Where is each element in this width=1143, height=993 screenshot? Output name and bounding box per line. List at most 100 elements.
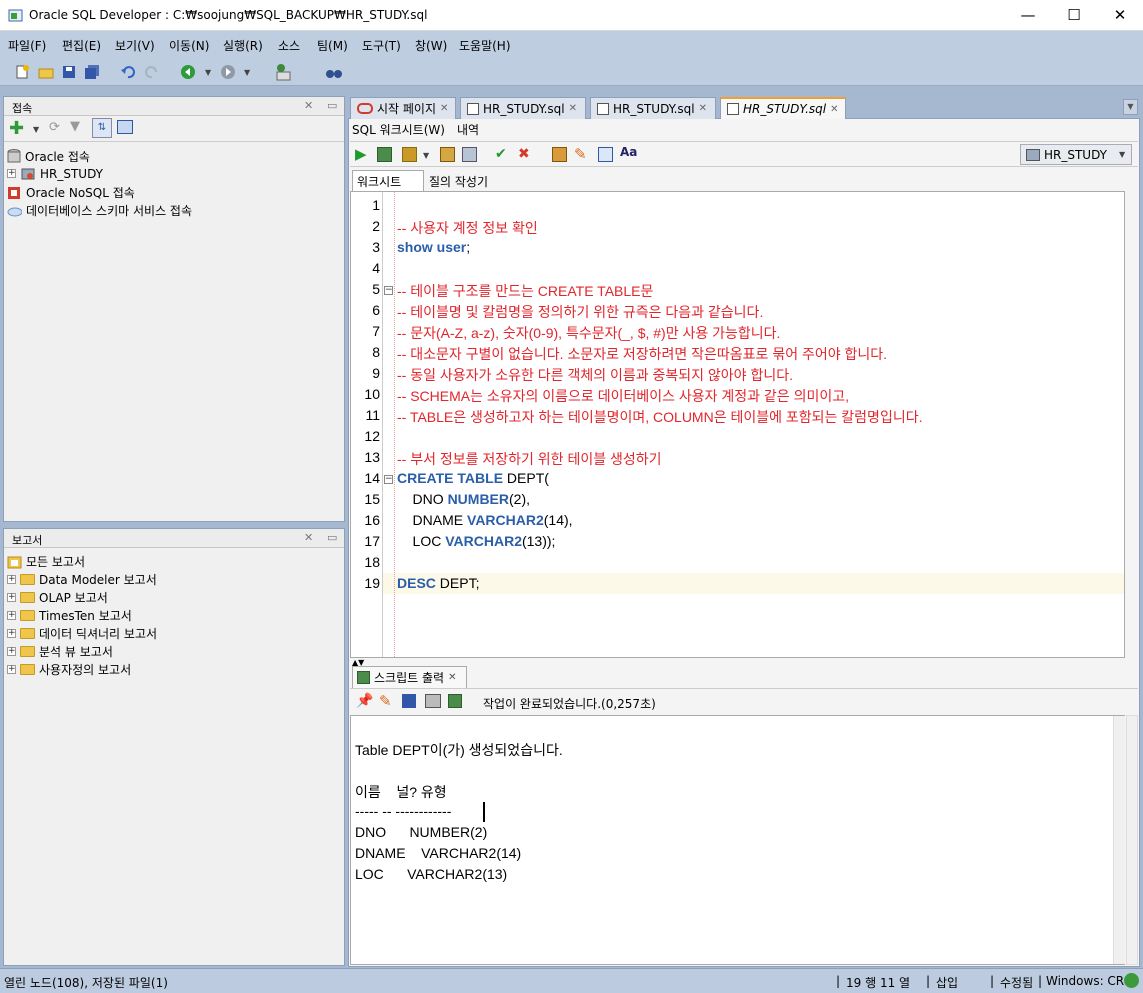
sql-editor[interactable]: 1 2 3 4 5 6 7 8 9 10 11 12 13 14 15 16 17 18 19 − − -- 사용자… (350, 191, 1125, 658)
connections-view-icon[interactable] (117, 120, 133, 134)
menu-navigate[interactable]: 이동(N) (169, 37, 209, 54)
tree-report-folder[interactable]: + TimesTen 보고서 (7, 607, 132, 624)
script-output-icon (357, 671, 370, 684)
save-all-icon[interactable] (82, 62, 101, 81)
sql-tuning-icon[interactable] (462, 147, 477, 162)
refresh-icon[interactable]: ⟳ (49, 120, 60, 135)
tab-start-page[interactable]: 시작 페이지 ✕ (350, 97, 456, 119)
expand-icon[interactable]: + (7, 575, 16, 584)
back-icon[interactable] (178, 62, 197, 81)
binoculars-icon[interactable] (324, 62, 343, 81)
close-tab-icon[interactable]: ✕ (440, 103, 448, 114)
run-script-icon[interactable] (377, 147, 392, 162)
new-file-icon[interactable] (12, 62, 31, 81)
sql-user-icon[interactable] (272, 62, 291, 81)
fold-icon[interactable]: − (384, 475, 393, 484)
forward-icon[interactable] (218, 62, 237, 81)
format-icon[interactable]: Aa (620, 145, 637, 159)
subtab-history[interactable]: 내역 (457, 121, 479, 138)
autotrace-dropdown-icon[interactable]: ▼ (423, 151, 429, 160)
autotrace-icon[interactable] (402, 147, 417, 162)
filter-icon[interactable]: ▼ (70, 119, 80, 134)
close-button[interactable]: ✕ (1097, 0, 1143, 31)
fold-icon[interactable]: − (384, 286, 393, 295)
history-icon[interactable] (598, 147, 613, 162)
panel-minimize-icon[interactable]: ▭ (327, 99, 337, 112)
database-icon (7, 149, 21, 163)
unshared-sql-icon[interactable] (552, 147, 567, 162)
undo-icon[interactable] (118, 62, 137, 81)
tab-hr-study-1[interactable]: HR_STUDY.sql ✕ (460, 97, 586, 119)
menu-edit[interactable]: 편집(E) (62, 37, 101, 54)
tree-report-folder[interactable]: + 사용자정의 보고서 (7, 661, 131, 678)
code-line: DNO NUMBER(2), (397, 491, 530, 507)
open-folder-icon[interactable] (36, 62, 55, 81)
minimize-button[interactable]: — (1005, 0, 1051, 31)
expand-icon[interactable]: + (7, 169, 16, 178)
tab-hr-study-2[interactable]: HR_STUDY.sql ✕ (590, 97, 716, 119)
rollback-icon[interactable]: ✖ (518, 146, 530, 162)
maximize-button[interactable]: ☐ (1051, 0, 1097, 31)
expand-icon[interactable]: + (7, 647, 16, 656)
back-dropdown-icon[interactable]: ▼ (205, 68, 211, 77)
tab-script-output[interactable]: 스크립트 출력 ✕ (352, 666, 467, 688)
subtab-sql-worksheet[interactable]: SQL 워크시트(W) (352, 121, 445, 138)
tab-query-builder[interactable]: 질의 작성기 (429, 173, 488, 190)
forward-dropdown-icon[interactable]: ▼ (244, 68, 250, 77)
panel-minimize-icon[interactable]: ▭ (327, 531, 337, 544)
menu-source[interactable]: 소스 (278, 37, 300, 54)
print-icon[interactable] (425, 694, 441, 708)
tree-all-reports[interactable]: 모든 보고서 (7, 553, 85, 570)
tab-hr-study-active[interactable]: HR_STUDY.sql ✕ (720, 97, 846, 119)
panel-close-icon[interactable]: ✕ (304, 99, 313, 112)
clear-output-icon[interactable]: ✎ (379, 692, 392, 710)
close-tab-icon[interactable]: ✕ (569, 103, 577, 114)
tree-hr-study[interactable]: + HR_STUDY (7, 166, 103, 181)
tree-report-folder[interactable]: + Data Modeler 보고서 (7, 571, 157, 588)
tab-list-icon[interactable]: ▼ (1123, 99, 1138, 115)
status-line-ending: Windows: CR (1046, 974, 1125, 988)
tree-oracle-connections[interactable]: Oracle 접속 (7, 148, 90, 165)
expand-icon[interactable]: + (7, 629, 16, 638)
run-statement-icon[interactable]: ▶ (355, 145, 367, 163)
redo-icon[interactable] (142, 62, 161, 81)
explain-plan-icon[interactable] (440, 147, 455, 162)
tree-schema-service[interactable]: 데이터베이스 스키마 서비스 접속 (7, 202, 192, 219)
schema-browser-icon[interactable]: ⇅ (92, 118, 112, 138)
line-number: 16 (364, 512, 380, 528)
menu-tools[interactable]: 도구(T) (362, 37, 401, 54)
close-tab-icon[interactable]: ✕ (448, 672, 456, 683)
commit-icon[interactable]: ✔ (495, 146, 507, 162)
menu-team[interactable]: 팀(M) (317, 37, 348, 54)
panel-close-icon[interactable]: ✕ (304, 531, 313, 544)
menu-window[interactable]: 창(W) (415, 37, 447, 54)
tree-report-folder[interactable]: + 데이터 딕셔너리 보고서 (7, 625, 157, 642)
output-outer-scrollbar[interactable] (1126, 715, 1138, 965)
menu-file[interactable]: 파일(F) (8, 37, 46, 54)
code-line: show user; (397, 239, 470, 255)
expand-icon[interactable]: + (7, 593, 16, 602)
add-connection-icon[interactable]: ✚ (9, 118, 24, 139)
script-output-area[interactable]: Table DEPT이(가) 생성되었습니다. 이름 널? 유형 ----- -- … (350, 715, 1125, 965)
close-tab-icon[interactable]: ✕ (699, 103, 707, 114)
menu-view[interactable]: 보기(V) (115, 37, 155, 54)
menu-run[interactable]: 실행(R) (223, 37, 263, 54)
connection-select[interactable]: HR_STUDY ▼ (1020, 144, 1132, 165)
tree-report-folder[interactable]: + 분석 뷰 보고서 (7, 643, 113, 660)
save-output-icon[interactable] (402, 694, 416, 708)
close-tab-icon[interactable]: ✕ (830, 104, 838, 115)
pin-icon[interactable]: 📌 (356, 693, 373, 709)
status-separator: | (926, 974, 931, 988)
tree-nosql-connections[interactable]: Oracle NoSQL 접속 (7, 184, 135, 201)
clear-icon[interactable]: ✎ (574, 145, 587, 163)
add-dropdown-icon[interactable]: ▼ (33, 125, 39, 134)
save-icon[interactable] (59, 62, 78, 81)
tree-report-folder[interactable]: + OLAP 보고서 (7, 589, 108, 606)
tab-worksheet[interactable]: 워크시트 (352, 170, 424, 191)
expand-icon[interactable]: + (7, 611, 16, 620)
line-number: 8 (372, 344, 380, 360)
expand-icon[interactable]: + (7, 665, 16, 674)
output-scrollbar[interactable] (1113, 716, 1125, 964)
run-script-icon[interactable] (448, 694, 462, 708)
menu-help[interactable]: 도움말(H) (459, 37, 511, 54)
